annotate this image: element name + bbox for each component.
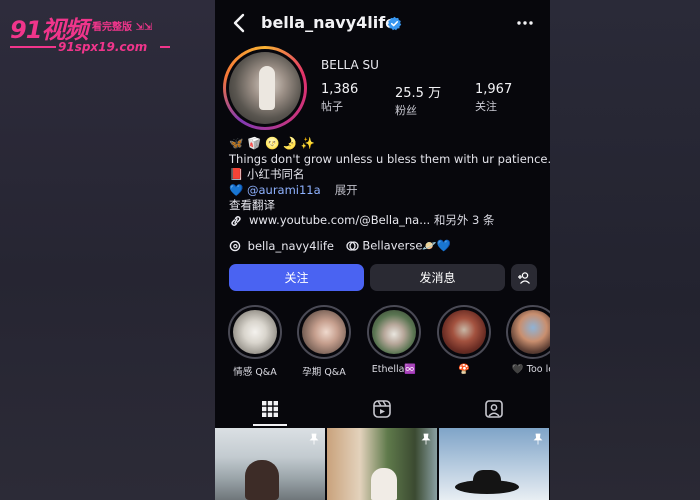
link-icon xyxy=(231,215,241,226)
stat-value: 25.5 万 xyxy=(395,86,442,101)
threads-badges: bella_navy4life Bellaverse🪐💙 xyxy=(229,238,451,253)
background-right xyxy=(550,0,700,500)
threads-tag[interactable]: Bellaverse🪐💙 xyxy=(362,239,451,253)
highlight-cover xyxy=(302,310,346,354)
stat-label: 帖子 xyxy=(321,100,343,113)
follow-button[interactable]: 关注 xyxy=(229,264,364,291)
message-button[interactable]: 发消息 xyxy=(370,264,505,291)
more-options-icon[interactable] xyxy=(515,12,535,34)
grid-post[interactable] xyxy=(439,428,549,500)
watermark-divider xyxy=(160,46,170,48)
highlight-item[interactable]: 孕期 Q&A xyxy=(296,305,352,378)
profile-username: bella_navy4life xyxy=(261,13,397,32)
watermark-tagline: 看完整版 ⇲⇲ xyxy=(92,22,153,33)
highlight-item[interactable]: 🖤 Too le xyxy=(505,305,550,375)
highlight-cover xyxy=(511,310,550,354)
stat-label: 粉丝 xyxy=(395,104,417,117)
active-tab-indicator xyxy=(253,424,287,426)
bio-line: 📕 小红书同名 xyxy=(229,167,305,181)
threads-tag-icon xyxy=(346,240,359,251)
highlight-cover xyxy=(233,310,277,354)
bio-emoji-line: 🦋 🥡 🌝 🌛 ✨ xyxy=(229,136,316,150)
profile-screen: bella_navy4life BELLA SU 1,386 帖子 25.5 万… xyxy=(215,0,550,500)
stat-label: 关注 xyxy=(475,100,497,113)
bio-line: Things don't grow unless u bless them wi… xyxy=(229,151,550,166)
bio-heart: 💙 xyxy=(229,182,247,197)
threads-handle[interactable]: bella_navy4life xyxy=(248,239,334,253)
verified-badge-icon xyxy=(387,16,402,31)
highlight-cover xyxy=(372,310,416,354)
suggested-users-button[interactable] xyxy=(511,264,537,291)
story-highlights: 情感 Q&A 孕期 Q&A Ethella♾️ 🍄 🖤 Too le xyxy=(215,305,550,383)
highlight-label: 孕期 Q&A xyxy=(302,367,346,378)
external-link[interactable]: www.youtube.com/@Bella_na... 和另外 3 条 xyxy=(229,212,494,228)
background-left xyxy=(0,0,215,500)
stat-posts[interactable]: 1,386 帖子 xyxy=(321,82,358,114)
grid-post[interactable] xyxy=(215,428,325,500)
tagged-icon[interactable] xyxy=(483,398,505,420)
avatar xyxy=(229,52,301,124)
highlight-label: 🖤 Too le xyxy=(511,364,550,375)
add-user-icon xyxy=(518,271,530,284)
highlight-label: Ethella♾️ xyxy=(371,364,417,375)
profile-tabs xyxy=(215,394,550,426)
post-grid xyxy=(215,428,550,500)
reels-icon[interactable] xyxy=(371,398,393,420)
expand-link[interactable]: 展开 xyxy=(335,183,358,197)
bio-mention-line: 💙 @aurami11a 展开 xyxy=(229,183,544,199)
highlight-item[interactable]: 情感 Q&A xyxy=(227,305,283,378)
back-arrow-icon[interactable] xyxy=(231,12,249,34)
pinned-icon xyxy=(533,433,543,445)
highlight-item[interactable]: Ethella♾️ xyxy=(366,305,422,375)
grid-post[interactable] xyxy=(327,428,437,500)
pinned-icon xyxy=(309,433,319,445)
mention-link[interactable]: @aurami11a xyxy=(247,183,321,197)
highlight-item[interactable]: 🍄 xyxy=(436,305,492,375)
pinned-icon xyxy=(421,433,431,445)
top-bar: bella_navy4life xyxy=(215,6,550,40)
watermark: 91视频 看完整版 ⇲⇲ 91spx19.com xyxy=(10,10,170,54)
bio: 🦋 🥡 🌝 🌛 ✨ Things don't grow unless u ble… xyxy=(229,136,550,214)
stat-followers[interactable]: 25.5 万 粉丝 xyxy=(395,82,441,118)
highlight-label: 🍄 xyxy=(458,364,470,375)
stat-following[interactable]: 1,967 关注 xyxy=(475,82,512,114)
watermark-url: 91spx19.com xyxy=(58,40,148,54)
avatar-story-ring[interactable] xyxy=(223,46,307,130)
stat-value: 1,386 xyxy=(321,82,359,97)
highlight-label: 情感 Q&A xyxy=(233,367,277,378)
link-url: www.youtube.com/@Bella_na... xyxy=(249,213,431,227)
watermark-divider xyxy=(10,46,56,48)
stat-value: 1,967 xyxy=(475,82,513,97)
grid-icon[interactable] xyxy=(259,398,281,420)
threads-icon xyxy=(229,240,241,251)
link-more: 和另外 3 条 xyxy=(430,213,495,227)
display-name: BELLA SU xyxy=(321,58,379,72)
highlight-cover xyxy=(442,310,486,354)
